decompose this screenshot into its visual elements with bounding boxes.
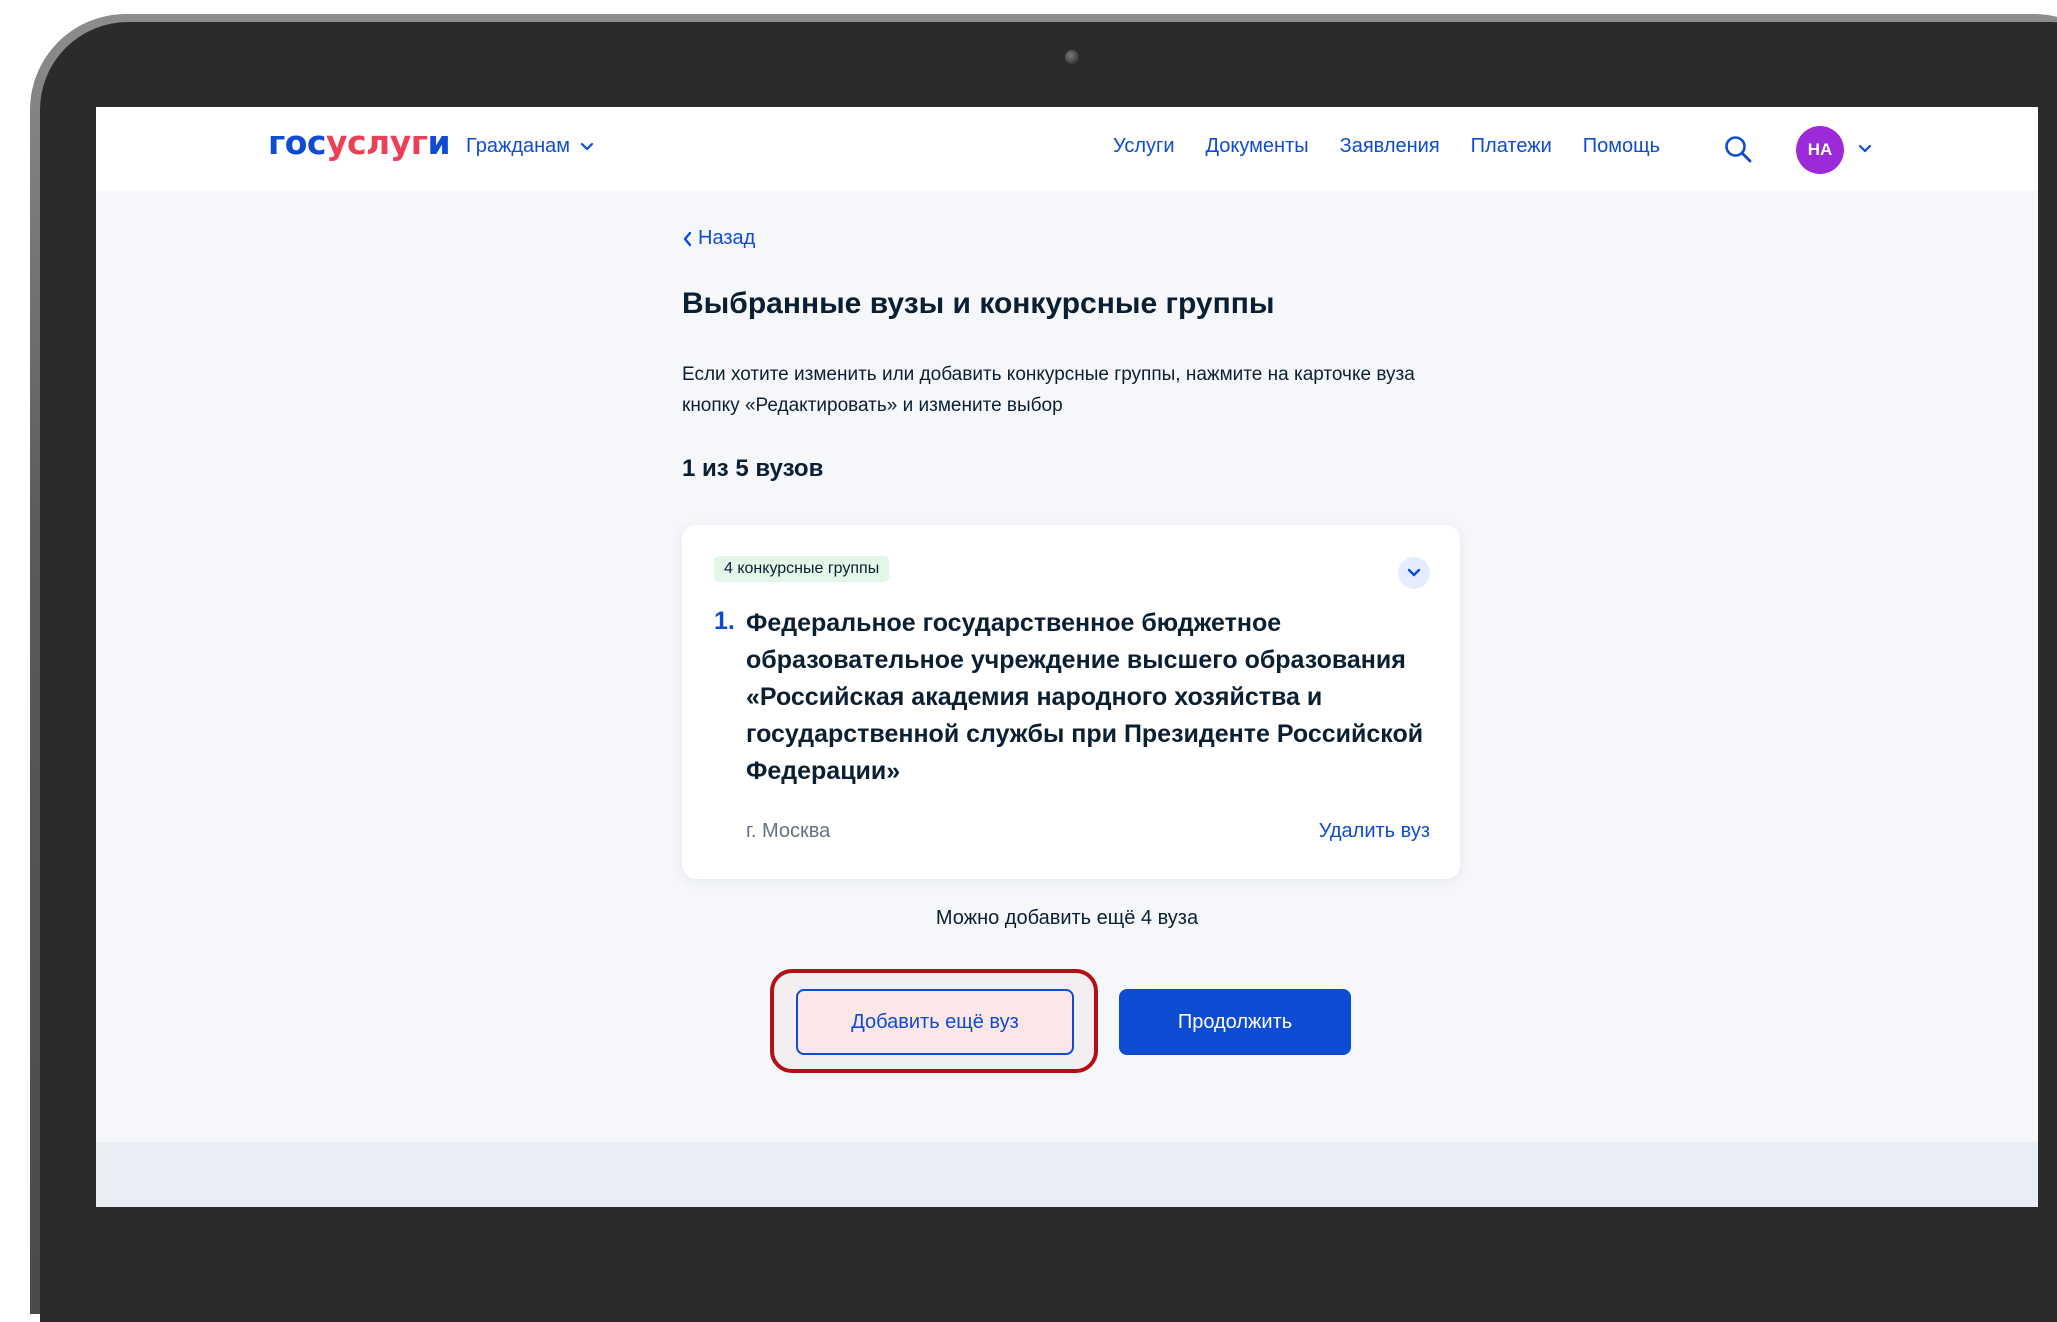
chevron-left-icon	[683, 231, 692, 246]
browser-screen: госуслуги Гражданам Услуги Документы Зая…	[96, 107, 2038, 1207]
university-city: г. Москва	[746, 820, 831, 842]
back-link[interactable]: Назад	[682, 227, 755, 250]
citizens-menu-label: Гражданам	[466, 135, 571, 157]
gosuslugi-logo[interactable]: госуслуги	[268, 123, 451, 162]
continue-button[interactable]: Продолжить	[1119, 989, 1351, 1055]
chevron-down-icon	[580, 142, 594, 150]
back-link-label: Назад	[698, 227, 756, 249]
logo-text-part: и	[427, 123, 451, 162]
logo-text-part: услуг	[325, 123, 428, 162]
add-university-button[interactable]: Добавить ещё вуз	[796, 989, 1074, 1055]
search-icon[interactable]	[1723, 134, 1753, 164]
delete-university-link[interactable]: Удалить вуз	[1319, 820, 1430, 843]
nav-payments[interactable]: Платежи	[1471, 135, 1552, 158]
site-header: госуслуги Гражданам Услуги Документы Зая…	[96, 107, 2038, 191]
nav-documents[interactable]: Документы	[1206, 135, 1309, 158]
chevron-down-icon	[1407, 568, 1421, 577]
university-number: 1.	[714, 607, 735, 635]
user-avatar[interactable]: НА	[1796, 126, 1844, 174]
nav-services[interactable]: Услуги	[1113, 135, 1175, 158]
camera-icon	[1065, 50, 1079, 64]
expand-card-button[interactable]	[1398, 557, 1430, 589]
chevron-down-icon[interactable]	[1858, 144, 1872, 154]
page-title: Выбранные вузы и конкурсные группы	[682, 287, 1275, 320]
nav-applications[interactable]: Заявления	[1340, 135, 1440, 158]
footer-band	[96, 1142, 2038, 1207]
competition-groups-badge: 4 конкурсные группы	[714, 556, 890, 582]
page-description: Если хотите изменить или добавить конкур…	[682, 364, 1415, 416]
logo-text-part: гос	[268, 123, 326, 162]
main-nav: Услуги Документы Заявления Платежи Помощ…	[1113, 135, 1691, 158]
university-name: Федеральное государственное бюджетное об…	[746, 609, 1424, 785]
universities-counter: 1 из 5 вузов	[682, 455, 824, 482]
university-card: 4 конкурсные группы 1. Федеральное госуд…	[682, 525, 1460, 879]
avatar-initials: НА	[1807, 140, 1833, 159]
can-add-note: Можно добавить ещё 4 вуза	[935, 907, 1199, 929]
citizens-menu[interactable]: Гражданам	[466, 135, 594, 158]
nav-help[interactable]: Помощь	[1583, 135, 1660, 158]
